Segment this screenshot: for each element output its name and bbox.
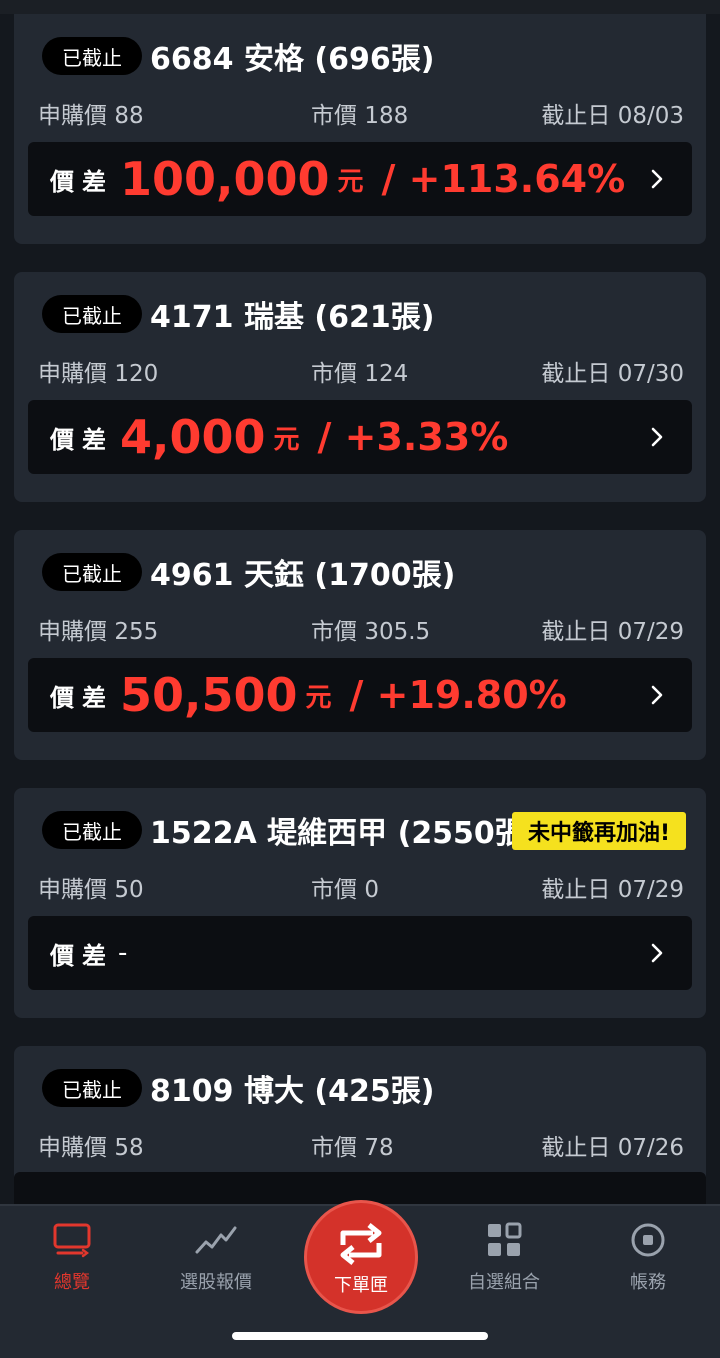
status-bar bbox=[0, 0, 720, 14]
diff-unit: 元 bbox=[305, 682, 332, 713]
stock-title: 8109 博大 (425張) bbox=[150, 1074, 435, 1109]
diff-empty: - bbox=[118, 938, 128, 968]
circle-dot-icon bbox=[631, 1223, 665, 1257]
diff-unit: 元 bbox=[273, 424, 300, 455]
deadline: 截止日 07/29 bbox=[541, 877, 684, 903]
market-price: 市價 0 bbox=[311, 877, 379, 903]
diff-label: 價差 bbox=[50, 683, 114, 712]
stock-title: 4961 天鈺 (1700張) bbox=[150, 558, 456, 593]
deadline: 截止日 07/29 bbox=[541, 619, 684, 645]
diff-amount: 50,500 bbox=[120, 668, 298, 722]
home-indicator bbox=[232, 1332, 488, 1340]
tab-quotes[interactable]: 選股報價 bbox=[156, 1222, 276, 1294]
price-diff-row[interactable]: 價差 100,000 元 / +113.64% bbox=[28, 142, 692, 216]
deadline: 截止日 08/03 bbox=[541, 103, 684, 129]
market-price: 市價 124 bbox=[311, 361, 409, 387]
grid-icon bbox=[488, 1222, 522, 1256]
tab-label: 帳務 bbox=[630, 1272, 666, 1293]
repeat-arrows-icon bbox=[340, 1223, 382, 1265]
diff-label: 價差 bbox=[50, 425, 114, 454]
subscription-price: 申購價 120 bbox=[38, 361, 159, 387]
status-badge: 已截止 bbox=[42, 295, 142, 333]
lottery-result-banner: 未中籤再加油! bbox=[511, 812, 686, 850]
deadline: 截止日 07/30 bbox=[541, 361, 684, 387]
ipo-card[interactable]: 已截止 6684 安格 (696張) 申購價 88 市價 188 截止日 08/… bbox=[14, 14, 706, 244]
card-header: 已截止 8109 博大 (425張) bbox=[42, 1068, 435, 1109]
card-info-row: 申購價 120 市價 124 截止日 07/30 bbox=[38, 354, 684, 390]
tab-order-button[interactable]: 下單匣 bbox=[304, 1200, 418, 1314]
tab-account[interactable]: 帳務 bbox=[588, 1222, 708, 1294]
card-info-row: 申購價 88 市價 188 截止日 08/03 bbox=[38, 96, 684, 132]
diff-unit: 元 bbox=[337, 166, 364, 197]
ipo-list: 已截止 6684 安格 (696張) 申購價 88 市價 188 截止日 08/… bbox=[0, 14, 720, 1304]
price-diff-row[interactable]: 價差 4,000 元 / +3.33% bbox=[28, 400, 692, 474]
price-diff-row[interactable]: 價差 - bbox=[28, 916, 692, 990]
diff-amount: 100,000 bbox=[120, 152, 330, 206]
subscription-price: 申購價 58 bbox=[38, 1135, 144, 1161]
stock-title: 1522A 堤維西甲 (2550張) bbox=[150, 816, 539, 851]
market-price: 市價 78 bbox=[311, 1135, 394, 1161]
subscription-price: 申購價 255 bbox=[38, 619, 159, 645]
card-info-row: 申購價 58 市價 78 截止日 07/26 bbox=[38, 1128, 684, 1164]
card-header: 已截止 4171 瑞基 (621張) bbox=[42, 294, 435, 335]
card-info-row: 申購價 255 市價 305.5 截止日 07/29 bbox=[38, 612, 684, 648]
chevron-right-icon bbox=[651, 685, 663, 705]
stock-title: 6684 安格 (696張) bbox=[150, 42, 435, 77]
card-header: 已截止 6684 安格 (696張) bbox=[42, 36, 435, 77]
ipo-card[interactable]: 已截止 1522A 堤維西甲 (2550張) 未中籤再加油! 申購價 50 市價… bbox=[14, 788, 706, 1018]
diff-percent: / +3.33% bbox=[317, 415, 509, 459]
tab-label: 下單匣 bbox=[334, 1275, 388, 1296]
subscription-price: 申購價 50 bbox=[38, 877, 144, 903]
card-info-row: 申購價 50 市價 0 截止日 07/29 bbox=[38, 870, 684, 906]
stock-title: 4171 瑞基 (621張) bbox=[150, 300, 435, 335]
status-badge: 已截止 bbox=[42, 1069, 142, 1107]
tab-watchlist[interactable]: 自選組合 bbox=[444, 1222, 564, 1294]
ipo-card[interactable]: 已截止 4961 天鈺 (1700張) 申購價 255 市價 305.5 截止日… bbox=[14, 530, 706, 760]
tab-label: 總覽 bbox=[54, 1272, 90, 1293]
market-price: 市價 305.5 bbox=[311, 619, 431, 645]
card-header: 已截止 4961 天鈺 (1700張) bbox=[42, 552, 456, 593]
chevron-right-icon bbox=[651, 943, 663, 963]
tab-overview[interactable]: 總覽 bbox=[12, 1222, 132, 1294]
card-header: 已截止 1522A 堤維西甲 (2550張) bbox=[42, 810, 539, 851]
diff-percent: / +19.80% bbox=[349, 673, 567, 717]
subscription-price: 申購價 88 bbox=[38, 103, 144, 129]
tab-label: 自選組合 bbox=[468, 1272, 540, 1293]
chevron-right-icon bbox=[651, 427, 663, 447]
price-diff-row[interactable]: 價差 50,500 元 / +19.80% bbox=[28, 658, 692, 732]
chevron-right-icon bbox=[651, 169, 663, 189]
status-badge: 已截止 bbox=[42, 553, 142, 591]
ipo-card[interactable]: 已截止 4171 瑞基 (621張) 申購價 120 市價 124 截止日 07… bbox=[14, 272, 706, 502]
market-price: 市價 188 bbox=[311, 103, 409, 129]
monitor-icon bbox=[53, 1223, 91, 1258]
diff-percent: / +113.64% bbox=[381, 157, 626, 201]
deadline: 截止日 07/26 bbox=[541, 1135, 684, 1161]
diff-amount: 4,000 bbox=[120, 410, 266, 464]
status-badge: 已截止 bbox=[42, 37, 142, 75]
trend-line-icon bbox=[195, 1226, 237, 1254]
diff-label: 價差 bbox=[50, 167, 114, 196]
tab-label: 選股報價 bbox=[180, 1272, 252, 1293]
diff-label: 價差 bbox=[50, 941, 114, 970]
status-badge: 已截止 bbox=[42, 811, 142, 849]
